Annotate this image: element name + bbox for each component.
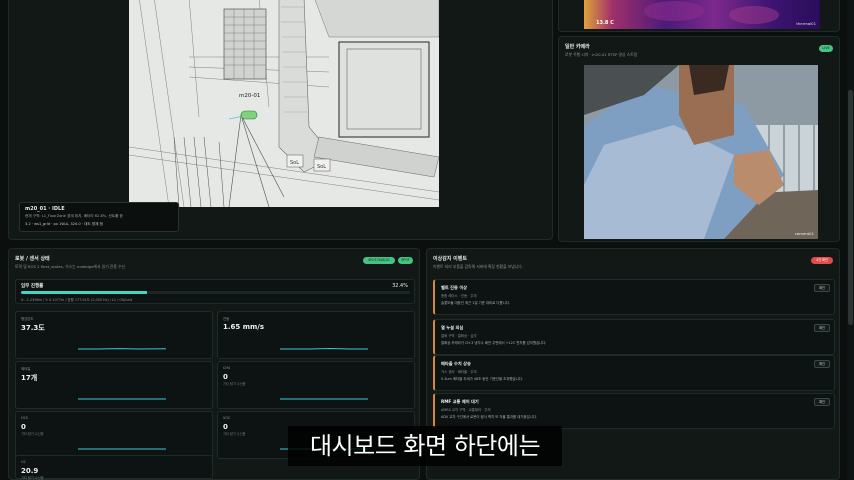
camera-title: 일반 카메라 — [565, 44, 590, 50]
event-description: 0.3um 메타올 추세가 48초 동안 기준선을 초과했습니다. — [441, 377, 523, 381]
robot-type-badge: SPOT — [398, 257, 413, 264]
sensor-value: 17개 — [21, 374, 38, 382]
robot-panel-subtitle: 토픽 및 ROS 2 fleet_states, 가스는 nodedge에서 읽… — [15, 264, 126, 269]
sensor-sparkline — [280, 347, 368, 350]
mission-progress-detail: X: -1.2398m / Y: 0.1077m / 방향 177.91도 (2… — [21, 298, 133, 302]
event-meta: 종합 레이스 · 진동 · 주의 — [441, 294, 477, 298]
mission-progress-track — [21, 291, 410, 294]
event-item: 메타올 수치 상승 가스 센서 · 메타올 · 주의 0.3um 메타올 추세가… — [433, 355, 835, 391]
site-map[interactable]: SoL SoL m20-01 — [129, 0, 439, 207]
sensor-card: CH4 0 기타 탐기 수신중 — [217, 361, 415, 409]
camera-id: camera01 — [794, 231, 814, 236]
sensor-value: 37.3도 — [21, 324, 45, 332]
sensor-card: 메타일 17개 — [15, 361, 213, 409]
site-map-drawing: SoL SoL m20-01 — [129, 0, 439, 207]
thermal-temp-label: 13.8 C — [596, 20, 614, 26]
sensor-value: 20.9 — [21, 467, 39, 475]
robot-status-line2: 3.2 · ws1_grid · px 1W.A, 320.0 · 대도 방재 … — [25, 222, 103, 226]
event-description: ADV 교차 구간에서 로봇이 탐사 벽치 또 자율 통과를 대기중입니다. — [441, 415, 537, 419]
event-description: 열화상 카메라가 CH-3 냉각수 배관 주변에서 +12C 편차를 감지했습니… — [441, 341, 547, 345]
event-title: 메타올 수치 상승 — [441, 361, 471, 366]
mission-progress-percent: 32.4% — [392, 283, 408, 289]
event-confirm-button[interactable]: 확인 — [814, 398, 830, 406]
page-scrollbar[interactable] — [847, 0, 854, 480]
thermal-camera-id: thermal01 — [796, 21, 816, 26]
live-badge: LIVE — [819, 45, 833, 52]
sensor-value: 1.65 mm/s — [223, 323, 265, 331]
event-meta: 열화 구역 · 열화상 · 심각 — [441, 334, 477, 338]
general-camera-panel: 일반 카메라 로봇 주행 시야 · m20-01 RTSP 영상 스트림 LIV… — [558, 36, 840, 242]
event-item: RMF 교통 제어 대기 AMRS 교차 구역 · 교통제어 · 주의 ADV … — [433, 393, 835, 429]
sensor-value: 0 — [21, 423, 26, 431]
sensor-card: O2 20.9 기타 탐기 수신중 — [15, 455, 213, 480]
robot-status-title: m20_01 · IDLE — [25, 206, 65, 212]
sensor-label: CH4 — [223, 366, 231, 370]
event-title: RMF 교통 제어 대기 — [441, 399, 479, 404]
event-title: 열 누설 의심 — [441, 325, 464, 330]
thermal-feed[interactable]: 13.8 C thermal01 — [584, 0, 820, 29]
camera-image — [584, 65, 818, 239]
sensor-label: 진동 — [223, 317, 230, 321]
event-confirm-button[interactable]: 확인 — [814, 284, 830, 292]
building-label-1: SoL — [290, 160, 299, 166]
video-subtitle: 대시보드 화면 하단에는 — [288, 426, 562, 466]
robot-panel-title: 로봇 / 센서 상태 — [15, 256, 50, 262]
event-description: 슬롯모듈 대등인 최근 1일 기준 대비로 다릅니다. — [441, 301, 510, 305]
scrollbar-thumb[interactable] — [848, 90, 853, 325]
sensor-sparkline — [78, 398, 166, 400]
sensor-label: 평균온도 — [21, 317, 34, 321]
event-title: 벨트 진동 이상 — [441, 285, 468, 290]
map-panel: SoL SoL m20-01 m20_01 · IDLE 현재 구역: L1_F… — [8, 0, 553, 240]
event-item: 벨트 진동 이상 종합 레이스 · 진동 · 주의 슬롯모듈 대등인 최근 1일… — [433, 279, 835, 315]
thermal-camera-panel: 13.8 C thermal01 — [558, 0, 840, 32]
camera-feed[interactable]: camera01 — [584, 65, 818, 239]
sensor-value: 0 — [223, 423, 228, 431]
task-badge: SPOT-TASK-01 — [363, 257, 395, 264]
mission-progress: 임무 진행률 32.4% X: -1.2398m / Y: 0.1077m / … — [15, 279, 415, 304]
sensor-card: 진동 1.65 mm/s — [217, 311, 415, 359]
events-title: 이상감지 이벤트 — [433, 256, 467, 262]
event-item: 열 누설 의심 열화 구역 · 열화상 · 심각 열화상 카메라가 CH-3 냉… — [433, 319, 835, 355]
building-label-2: SoL — [317, 164, 326, 170]
sensor-value: 0 — [223, 373, 228, 381]
robot-marker-icon[interactable] — [240, 110, 258, 120]
sensor-note: 기타 탐기 수신중 — [223, 432, 246, 436]
event-confirm-button[interactable]: 확인 — [814, 324, 830, 332]
robot-status-line1: 현재 구역: L1_FloorZone 경계 위치, 배터리 62.8%, 컨트… — [25, 214, 123, 218]
mission-progress-fill — [21, 291, 148, 294]
event-meta: AMRS 교차 구역 · 교통제어 · 주의 — [441, 408, 491, 412]
sensor-note: 기타 탐기 수신중 — [21, 476, 44, 480]
robot-marker-label: m20-01 — [239, 93, 260, 99]
sensor-card: H2S 0 기타 탐기 수신중 — [15, 411, 213, 459]
sensor-note: 기타 탐기 수신중 — [223, 382, 246, 386]
sensor-card: 평균온도 37.3도 — [15, 311, 213, 359]
robot-status-overlay: m20_01 · IDLE 현재 구역: L1_FloorZone 경계 위치,… — [19, 202, 179, 232]
mission-progress-label: 임무 진행률 — [21, 284, 44, 289]
thermal-image — [584, 0, 820, 29]
event-meta: 가스 센서 · 메타올 · 주의 — [441, 370, 477, 374]
sensor-label: 메타일 — [21, 367, 31, 371]
camera-subtitle: 로봇 주행 시야 · m20-01 RTSP 영상 스트림 — [565, 52, 638, 57]
sensor-sparkline — [280, 398, 368, 400]
sensor-sparkline — [78, 448, 166, 450]
alert-count-badge: 4건 확인 — [811, 257, 833, 264]
sensor-label: VOC — [223, 416, 231, 420]
sensor-sparkline — [78, 348, 166, 350]
sensor-label: H2S — [21, 416, 28, 420]
sensor-label: O2 — [21, 460, 26, 464]
event-confirm-button[interactable]: 확인 — [814, 360, 830, 368]
events-subtitle: 이벤트 처리 부품을 감독해 서버에 확장 현황을 보냅니다. — [433, 264, 523, 269]
sensor-note: 기타 탐기 수신중 — [21, 432, 44, 436]
